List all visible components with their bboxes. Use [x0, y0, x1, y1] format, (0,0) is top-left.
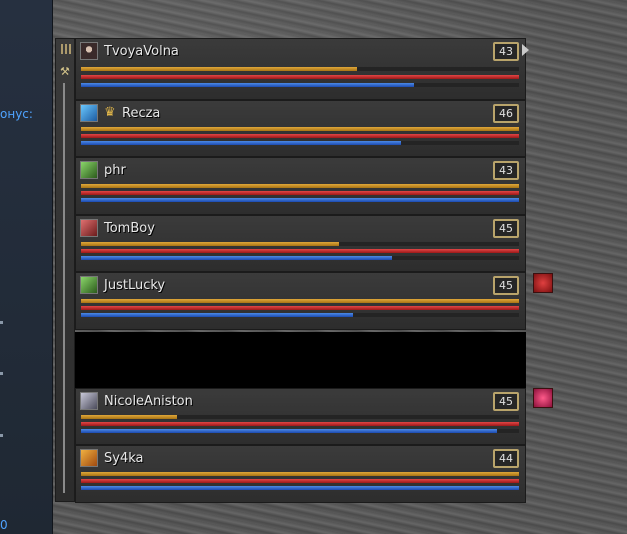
hp-bar-fill	[81, 306, 519, 310]
member-name: phr	[104, 163, 126, 178]
mp-bar	[81, 141, 519, 145]
left-panel-dot	[0, 372, 3, 375]
member-name: JustLucky	[104, 278, 166, 293]
party-member-tvoyavolna[interactable]: TvoyaVolna 43	[75, 38, 526, 100]
mp-bar	[81, 198, 519, 202]
mp-bar	[81, 256, 519, 260]
party-member-nicoleaniston[interactable]: NicoleAniston 45	[75, 388, 526, 445]
hp-bar-fill	[81, 134, 519, 138]
cp-bar-fill	[81, 299, 519, 303]
left-panel-text: онус:	[0, 107, 33, 121]
mp-bar	[81, 429, 519, 433]
cp-bar-fill	[81, 242, 340, 246]
cp-bar-fill	[81, 472, 519, 476]
cp-bar	[81, 67, 519, 71]
left-panel: онус: 0	[0, 0, 53, 534]
hp-bar	[81, 306, 519, 310]
hammer-icon[interactable]: ⚒	[60, 65, 70, 78]
hp-bar-fill	[81, 479, 519, 483]
hp-bar	[81, 75, 519, 79]
cp-bar-fill	[81, 415, 178, 419]
cp-bar-fill	[81, 184, 519, 188]
knight-icon	[80, 392, 98, 410]
mp-bar	[81, 83, 519, 87]
member-level-badge: 43	[493, 161, 519, 180]
member-level-badge: 46	[493, 104, 519, 123]
archer-icon	[80, 161, 98, 179]
member-name: NicoleAniston	[104, 394, 193, 409]
member-level-badge: 43	[493, 42, 519, 61]
mp-bar-fill	[81, 141, 401, 145]
party-member-justlucky[interactable]: JustLucky 45	[75, 272, 526, 330]
member-level-badge: 44	[493, 449, 519, 468]
cp-bar	[81, 299, 519, 303]
hp-bar	[81, 422, 519, 426]
strip-divider	[63, 83, 65, 493]
empty-slot	[75, 332, 526, 388]
left-panel-dot	[0, 321, 3, 324]
member-level-badge: 45	[493, 392, 519, 411]
buff-icon[interactable]	[533, 273, 553, 293]
cp-bar	[81, 415, 519, 419]
member-name: TomBoy	[104, 221, 155, 236]
left-panel-number: 0	[0, 518, 8, 532]
mp-bar	[81, 486, 519, 490]
mp-bar-fill	[81, 256, 392, 260]
mp-bar-fill	[81, 198, 519, 202]
party-side-strip[interactable]: ⚒	[55, 38, 75, 502]
mp-bar	[81, 313, 519, 317]
member-name: Recza	[122, 106, 161, 121]
warrior-icon	[80, 219, 98, 237]
mp-bar-fill	[81, 83, 414, 87]
hp-bar-fill	[81, 422, 519, 426]
portrait-icon	[80, 42, 98, 60]
expand-arrow-icon[interactable]	[522, 44, 529, 56]
buff-icon[interactable]	[533, 388, 553, 408]
archer-icon	[80, 276, 98, 294]
hp-bar	[81, 134, 519, 138]
party-member-tomboy[interactable]: TomBoy 45	[75, 215, 526, 272]
left-panel-dot	[0, 434, 3, 437]
party-member-phr[interactable]: phr 43	[75, 157, 526, 215]
dagger-icon	[80, 449, 98, 467]
cp-bar-fill	[81, 127, 519, 131]
cp-bar-fill	[81, 67, 357, 71]
cp-bar	[81, 472, 519, 476]
mp-bar-fill	[81, 313, 353, 317]
cp-bar	[81, 184, 519, 188]
mage-icon	[80, 104, 98, 122]
mp-bar-fill	[81, 486, 519, 490]
hp-bar-fill	[81, 191, 519, 195]
member-level-badge: 45	[493, 219, 519, 238]
party-member-sy4ka[interactable]: Sy4ka 44	[75, 445, 526, 503]
member-name: Sy4ka	[104, 451, 144, 466]
mp-bar-fill	[81, 429, 498, 433]
cp-bar	[81, 242, 519, 246]
member-level-badge: 45	[493, 276, 519, 295]
hp-bar	[81, 249, 519, 253]
hp-bar	[81, 191, 519, 195]
party-leader-icon: ♛	[104, 105, 116, 120]
drag-grip-icon[interactable]	[61, 44, 71, 54]
member-name: TvoyaVolna	[104, 44, 179, 59]
hp-bar	[81, 479, 519, 483]
cp-bar	[81, 127, 519, 131]
hp-bar-fill	[81, 75, 519, 79]
party-member-recza[interactable]: ♛ Recza 46	[75, 100, 526, 157]
hp-bar-fill	[81, 249, 519, 253]
